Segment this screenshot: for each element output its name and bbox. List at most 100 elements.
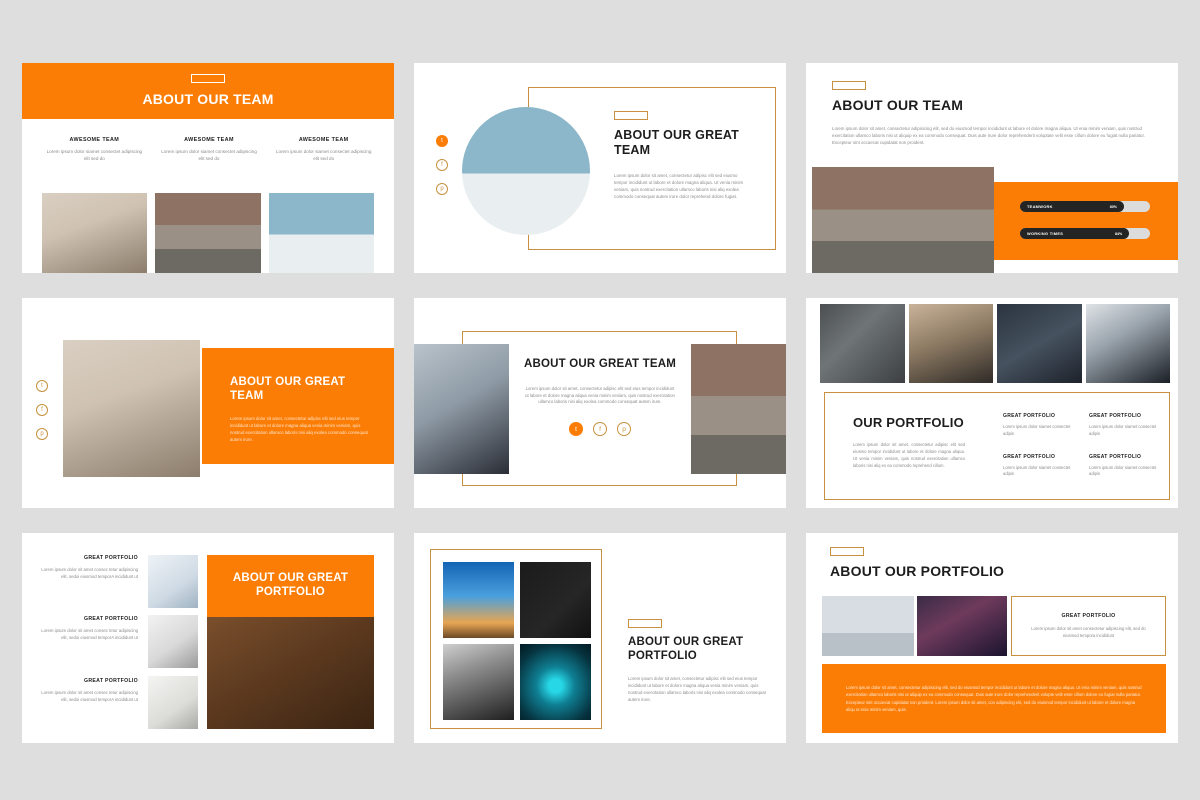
team-photo[interactable] [268,193,374,273]
page-title: ABOUT OUR TEAM [832,97,964,113]
page-title: ABOUT OUR GREAT TEAM [614,128,739,157]
card-text: Lorem ipsum dolor sit amet consectetur a… [1031,625,1146,638]
banner-text: Lorem ipsum dolor sit amet, consectetur … [846,685,1142,713]
pinterest-glyph: p [622,425,626,433]
portfolio-card: GREAT PORTFOLIO Lorem ipsum dolor sit am… [1011,596,1166,656]
slide-4-about-our-great-team-orange-panel[interactable]: t f p ABOUT OUR GREAT TEAM Lorem ipsum d… [22,298,394,508]
pinterest-icon[interactable]: p [617,422,631,437]
column-text: Lorem ipsum dolor siamet consectet adipi… [161,149,257,162]
slide-6-our-portfolio-grid[interactable]: OUR PORTFOLIO Lorem ipsum dolor sit amet… [806,298,1178,508]
slide-8-about-our-great-portfolio-quad[interactable]: ABOUT OUR GREAT PORTFOLIO Lorem ipsum do… [414,533,786,743]
portfolio-thumb[interactable] [148,615,198,668]
row-heading: GREAT PORTFOLIO [84,555,138,561]
skill-fill: TEAMWORK 80% [1020,201,1124,212]
portfolio-thumb-row [820,304,1170,383]
body-text: Lorem ipsum dolor sit amet, consectetur … [628,676,766,702]
body-text: Lorem ipsum dolor sit amet, consectetur … [853,442,965,468]
row-heading: GREAT PORTFOLIO [84,678,138,684]
slide-1-about-our-team-orange-header[interactable]: ABOUT OUR TEAM AWESOME TEAM Lorem ipsum … [22,63,394,273]
skill-track: TEAMWORK 80% [1020,201,1150,212]
portfolio-cell: GREAT PORTFOLIO Lorem ipsum dolor siamet… [1089,454,1163,479]
pinterest-icon[interactable]: p [436,183,448,195]
portfolio-thumb[interactable] [148,555,198,608]
portfolio-thumb[interactable] [443,562,514,638]
page-title: ABOUT OUR GREAT TEAM [230,376,346,402]
portfolio-thumb[interactable] [443,644,514,720]
skill-value: 80% [1109,204,1117,209]
portfolio-thumb[interactable] [820,304,905,383]
portfolio-thumb[interactable] [520,562,591,638]
orange-title-panel: ABOUT OUR GREAT PORTFOLIO [207,555,374,617]
body-text: Lorem ipsum dolor sit amet, consectetur … [832,125,1145,145]
row-text: Lorem ipsum dolor sit amet consec tetur … [41,690,138,702]
row-heading: GREAT PORTFOLIO [84,616,138,622]
portfolio-thumb[interactable] [997,304,1082,383]
team-column: AWESOME TEAM Lorem ipsum dolor siamet co… [159,137,260,163]
portfolio-cells: GREAT PORTFOLIO Lorem ipsum dolor siamet… [1003,413,1163,478]
slide-2-about-our-great-team-circle[interactable]: t f p ABOUT OUR GREAT TEAM Lorem ipsum d… [414,63,786,273]
portfolio-thumb[interactable] [1085,304,1170,383]
page-title: OUR PORTFOLIO [853,415,964,430]
slide-8-text-block: ABOUT OUR GREAT PORTFOLIO Lorem ipsum do… [628,619,770,704]
slide-3-about-our-team-skills[interactable]: ABOUT OUR TEAM Lorem ipsum dolor sit ame… [806,63,1178,273]
portfolio-thumb[interactable] [822,596,914,656]
facebook-icon[interactable]: f [36,404,48,416]
cell-text: Lorem ipsum dolor siamet consectet adipi… [1003,464,1071,477]
portfolio-thumb[interactable] [908,304,993,383]
social-rail: t f p [36,380,48,440]
portfolio-thumb[interactable] [917,596,1007,656]
portfolio-cell: GREAT PORTFOLIO Lorem ipsum dolor siamet… [1003,413,1077,438]
title-accent-bar [832,81,866,90]
team-portrait-circle[interactable] [462,107,590,235]
column-text: Lorem ipsum dolor siamet consectet adipi… [275,149,372,162]
pinterest-glyph: p [440,186,444,192]
left-photo[interactable] [414,344,509,474]
twitter-icon[interactable]: t [569,422,583,437]
team-column: AWESOME TEAM Lorem ipsum dolor siamet co… [273,137,374,163]
twitter-icon[interactable]: t [436,135,448,147]
cell-heading: GREAT PORTFOLIO [1003,453,1056,460]
social-row: t f p [524,422,676,437]
hero-photo[interactable] [812,167,994,273]
hero-photo[interactable] [207,617,374,729]
portfolio-cell: GREAT PORTFOLIO Lorem ipsum dolor siamet… [1003,454,1077,479]
cell-text: Lorem ipsum dolor siamet consectet adipi… [1089,424,1157,436]
portfolio-panel: OUR PORTFOLIO Lorem ipsum dolor sit amet… [824,392,1170,500]
portfolio-thumb[interactable] [520,644,591,720]
title-accent-bar [614,111,648,120]
skills-panel: TEAMWORK 80% WORKING TIMES 84% [994,182,1178,260]
team-columns: AWESOME TEAM Lorem ipsum dolor siamet co… [44,137,374,163]
body-text: Lorem ipsum dolor sit amet, consectetur … [614,172,744,199]
row-text: Lorem ipsum dolor sit amet consec tetur … [41,567,138,579]
twitter-icon[interactable]: t [36,380,48,392]
page-title: ABOUT OUR TEAM [142,91,274,107]
team-photo[interactable] [155,193,261,273]
team-photo[interactable] [42,193,148,273]
pinterest-icon[interactable]: p [36,428,48,440]
slide-9-about-our-portfolio-banner[interactable]: ABOUT OUR PORTFOLIO GREAT PORTFOLIO Lore… [806,533,1178,743]
facebook-glyph: f [41,407,43,413]
hero-photo[interactable] [63,340,200,477]
facebook-icon[interactable]: f [593,422,607,437]
slide-7-about-our-great-portfolio-list[interactable]: GREAT PORTFOLIO Lorem ipsum dolor sit am… [22,533,394,743]
twitter-glyph: t [575,425,577,433]
slide-5-about-our-great-team-centered[interactable]: ABOUT OUR GREAT TEAM Lorem ipsum dolor s… [414,298,786,508]
slide-9-head: ABOUT OUR PORTFOLIO [830,547,1004,580]
slide-deck: ABOUT OUR TEAM AWESOME TEAM Lorem ipsum … [0,0,1200,800]
facebook-icon[interactable]: f [436,159,448,171]
social-rail: t f p [436,135,448,195]
right-photo[interactable] [691,344,786,474]
portfolio-row: GREAT PORTFOLIO Lorem ipsum dolor sit am… [40,616,138,642]
page-title: ABOUT OUR GREAT TEAM [524,358,677,370]
title-accent-bar [830,547,864,556]
portfolio-cell: GREAT PORTFOLIO Lorem ipsum dolor siamet… [1089,413,1163,438]
skill-label: TEAMWORK [1027,204,1053,209]
portfolio-thumb[interactable] [148,676,198,729]
slide-3-head: ABOUT OUR TEAM Lorem ipsum dolor sit ame… [832,81,1152,146]
team-column: AWESOME TEAM Lorem ipsum dolor siamet co… [44,137,145,163]
twitter-glyph: t [441,138,443,144]
cell-text: Lorem ipsum dolor siamet consectet adipi… [1089,464,1157,477]
body-text: Lorem ipsum dolor sit amet, consectetur … [525,385,675,405]
page-title: ABOUT OUR GREAT PORTFOLIO [232,572,349,598]
body-text: Lorem ipsum dolor sit amet, consectetur … [230,416,368,443]
